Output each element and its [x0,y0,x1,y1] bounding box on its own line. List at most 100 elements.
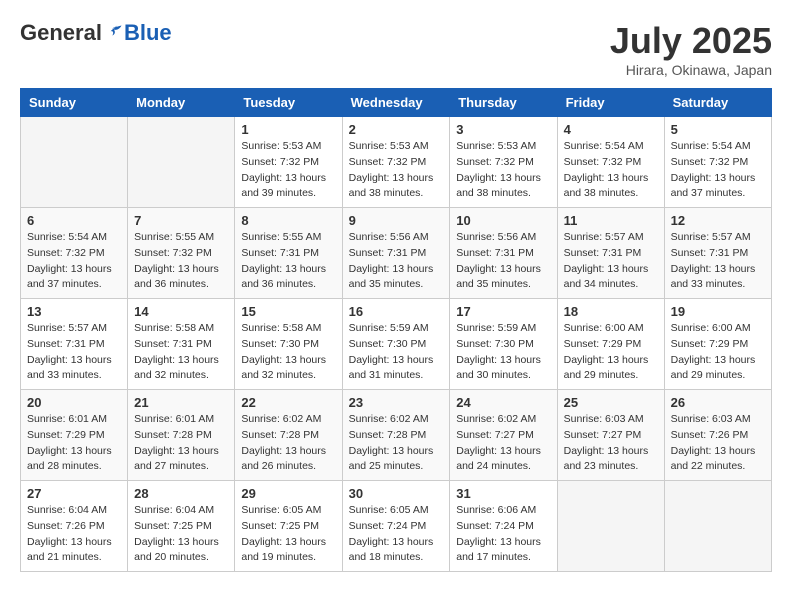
location: Hirara, Okinawa, Japan [610,62,772,78]
day-number: 10 [456,213,550,228]
day-number: 23 [349,395,444,410]
calendar-cell: 25 Sunrise: 6:03 AM Sunset: 7:27 PM Dayli… [557,390,664,481]
day-info: Sunrise: 5:58 AM Sunset: 7:31 PM Dayligh… [134,321,228,384]
weekday-header-thursday: Thursday [450,89,557,117]
day-number: 7 [134,213,228,228]
calendar-cell: 10 Sunrise: 5:56 AM Sunset: 7:31 PM Dayli… [450,208,557,299]
day-number: 22 [241,395,335,410]
day-info: Sunrise: 6:00 AM Sunset: 7:29 PM Dayligh… [564,321,658,384]
day-number: 4 [564,122,658,137]
calendar-cell: 29 Sunrise: 6:05 AM Sunset: 7:25 PM Dayli… [235,481,342,572]
calendar-cell: 31Sunrise: 6:06 AM Sunset: 7:24 PM Dayli… [450,481,557,572]
logo-blue-text: Blue [124,20,172,46]
day-number: 18 [564,304,658,319]
day-info: Sunrise: 5:59 AM Sunset: 7:30 PM Dayligh… [349,321,444,384]
day-info: Sunrise: 5:54 AM Sunset: 7:32 PM Dayligh… [671,139,765,202]
calendar-cell [128,117,235,208]
weekday-header-saturday: Saturday [664,89,771,117]
calendar-cell: 18 Sunrise: 6:00 AM Sunset: 7:29 PM Dayli… [557,299,664,390]
logo-general-text: General [20,20,102,46]
day-number: 25 [564,395,658,410]
day-number: 16 [349,304,444,319]
calendar-cell: 21 Sunrise: 6:01 AM Sunset: 7:28 PM Dayli… [128,390,235,481]
calendar-cell: 24 Sunrise: 6:02 AM Sunset: 7:27 PM Dayli… [450,390,557,481]
day-number: 5 [671,122,765,137]
day-number: 17 [456,304,550,319]
day-info: Sunrise: 5:53 AM Sunset: 7:32 PM Dayligh… [349,139,444,202]
day-info: Sunrise: 6:01 AM Sunset: 7:28 PM Dayligh… [134,412,228,475]
day-number: 28 [134,486,228,501]
day-info: Sunrise: 6:04 AM Sunset: 7:26 PM Dayligh… [27,503,121,566]
day-info: Sunrise: 6:02 AM Sunset: 7:28 PM Dayligh… [241,412,335,475]
day-number: 30 [349,486,444,501]
calendar-cell: 16 Sunrise: 5:59 AM Sunset: 7:30 PM Dayli… [342,299,450,390]
day-number: 12 [671,213,765,228]
day-number: 6 [27,213,121,228]
weekday-header-friday: Friday [557,89,664,117]
calendar-cell [664,481,771,572]
day-info: Sunrise: 5:55 AM Sunset: 7:32 PM Dayligh… [134,230,228,293]
month-title: July 2025 [610,20,772,62]
day-info: Sunrise: 6:05 AM Sunset: 7:25 PM Dayligh… [241,503,335,566]
calendar-cell: 9 Sunrise: 5:56 AM Sunset: 7:31 PM Daylig… [342,208,450,299]
day-number: 20 [27,395,121,410]
day-number: 11 [564,213,658,228]
day-info: Sunrise: 5:55 AM Sunset: 7:31 PM Dayligh… [241,230,335,293]
calendar-cell: 12Sunrise: 5:57 AM Sunset: 7:31 PM Dayli… [664,208,771,299]
day-info: Sunrise: 6:05 AM Sunset: 7:24 PM Dayligh… [349,503,444,566]
day-info: Sunrise: 5:59 AM Sunset: 7:30 PM Dayligh… [456,321,550,384]
calendar-cell: 4 Sunrise: 5:54 AM Sunset: 7:32 PM Daylig… [557,117,664,208]
day-info: Sunrise: 5:56 AM Sunset: 7:31 PM Dayligh… [456,230,550,293]
calendar-cell: 23 Sunrise: 6:02 AM Sunset: 7:28 PM Dayli… [342,390,450,481]
calendar-cell: 7 Sunrise: 5:55 AM Sunset: 7:32 PM Daylig… [128,208,235,299]
calendar-cell: 2Sunrise: 5:53 AM Sunset: 7:32 PM Daylig… [342,117,450,208]
day-number: 21 [134,395,228,410]
calendar-cell: 13Sunrise: 5:57 AM Sunset: 7:31 PM Dayli… [21,299,128,390]
day-number: 8 [241,213,335,228]
calendar-cell: 3 Sunrise: 5:53 AM Sunset: 7:32 PM Daylig… [450,117,557,208]
day-number: 13 [27,304,121,319]
day-number: 24 [456,395,550,410]
day-info: Sunrise: 5:57 AM Sunset: 7:31 PM Dayligh… [564,230,658,293]
day-info: Sunrise: 5:53 AM Sunset: 7:32 PM Dayligh… [241,139,335,202]
day-info: Sunrise: 5:53 AM Sunset: 7:32 PM Dayligh… [456,139,550,202]
day-number: 3 [456,122,550,137]
day-number: 19 [671,304,765,319]
weekday-header-sunday: Sunday [21,89,128,117]
page-header: General Blue July 2025 Hirara, Okinawa, … [20,20,772,78]
day-number: 26 [671,395,765,410]
day-info: Sunrise: 6:02 AM Sunset: 7:28 PM Dayligh… [349,412,444,475]
calendar-cell: 20 Sunrise: 6:01 AM Sunset: 7:29 PM Dayli… [21,390,128,481]
calendar-cell: 17 Sunrise: 5:59 AM Sunset: 7:30 PM Dayli… [450,299,557,390]
day-info: Sunrise: 6:02 AM Sunset: 7:27 PM Dayligh… [456,412,550,475]
day-info: Sunrise: 5:54 AM Sunset: 7:32 PM Dayligh… [564,139,658,202]
calendar-cell: 11 Sunrise: 5:57 AM Sunset: 7:31 PM Dayli… [557,208,664,299]
calendar-cell: 15 Sunrise: 5:58 AM Sunset: 7:30 PM Dayli… [235,299,342,390]
day-number: 1 [241,122,335,137]
logo-bird-icon [104,23,124,43]
calendar-cell [21,117,128,208]
calendar-week-row: 1 Sunrise: 5:53 AM Sunset: 7:32 PM Daylig… [21,117,772,208]
calendar-cell: 22 Sunrise: 6:02 AM Sunset: 7:28 PM Dayli… [235,390,342,481]
day-info: Sunrise: 5:56 AM Sunset: 7:31 PM Dayligh… [349,230,444,293]
calendar-cell: 6Sunrise: 5:54 AM Sunset: 7:32 PM Daylig… [21,208,128,299]
calendar-cell [557,481,664,572]
day-info: Sunrise: 6:03 AM Sunset: 7:27 PM Dayligh… [564,412,658,475]
weekday-header-row: SundayMondayTuesdayWednesdayThursdayFrid… [21,89,772,117]
day-number: 27 [27,486,121,501]
day-number: 9 [349,213,444,228]
calendar-week-row: 13Sunrise: 5:57 AM Sunset: 7:31 PM Dayli… [21,299,772,390]
weekday-header-monday: Monday [128,89,235,117]
day-info: Sunrise: 6:00 AM Sunset: 7:29 PM Dayligh… [671,321,765,384]
calendar-cell: 30 Sunrise: 6:05 AM Sunset: 7:24 PM Dayli… [342,481,450,572]
day-number: 29 [241,486,335,501]
day-info: Sunrise: 6:01 AM Sunset: 7:29 PM Dayligh… [27,412,121,475]
day-number: 14 [134,304,228,319]
logo: General Blue [20,20,172,46]
calendar-week-row: 6Sunrise: 5:54 AM Sunset: 7:32 PM Daylig… [21,208,772,299]
day-info: Sunrise: 5:58 AM Sunset: 7:30 PM Dayligh… [241,321,335,384]
day-number: 15 [241,304,335,319]
calendar-cell: 1 Sunrise: 5:53 AM Sunset: 7:32 PM Daylig… [235,117,342,208]
weekday-header-tuesday: Tuesday [235,89,342,117]
calendar-week-row: 20 Sunrise: 6:01 AM Sunset: 7:29 PM Dayli… [21,390,772,481]
